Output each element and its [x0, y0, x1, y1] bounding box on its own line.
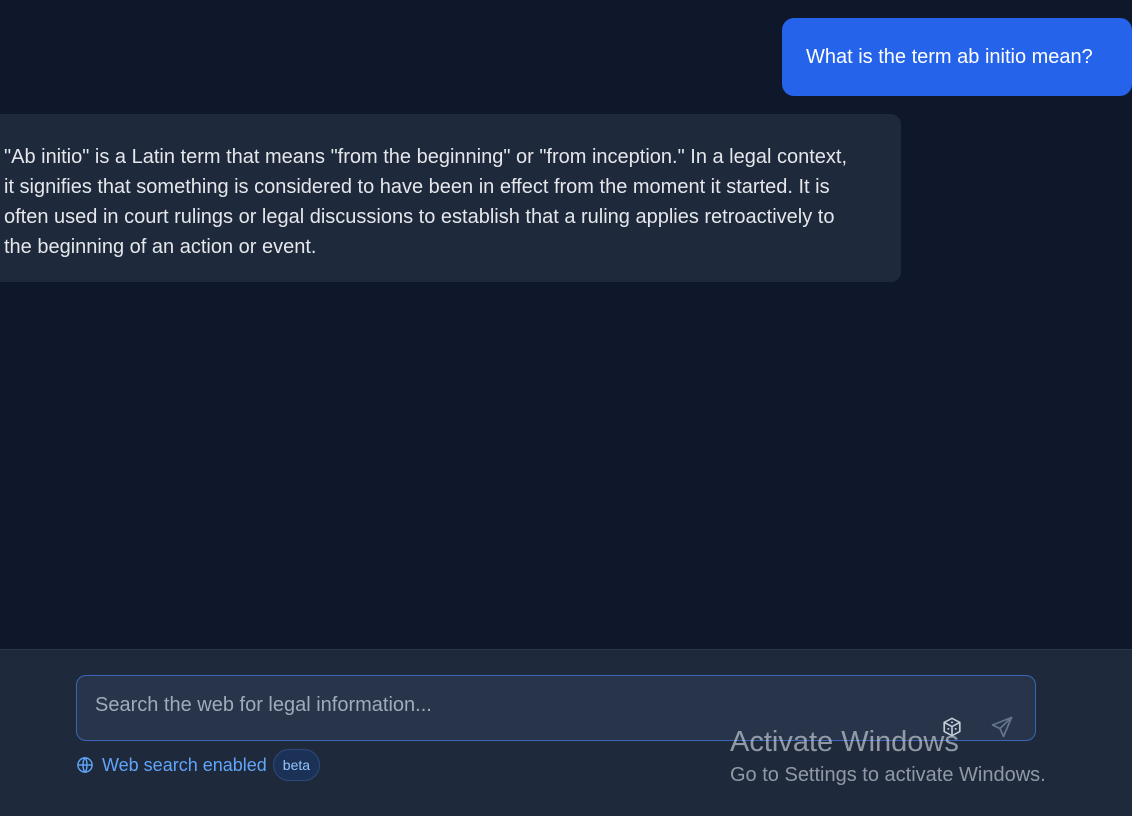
- cube-icon[interactable]: [939, 714, 965, 740]
- search-box: [76, 675, 1036, 741]
- web-search-toggle[interactable]: Web search enabled beta: [76, 749, 321, 781]
- assistant-message: "Ab initio" is a Latin term that means "…: [0, 114, 901, 282]
- user-message: What is the term ab initio mean?: [782, 18, 1132, 96]
- send-icon[interactable]: [989, 714, 1015, 740]
- search-input[interactable]: [95, 676, 915, 734]
- web-search-label: Web search enabled: [102, 754, 267, 775]
- beta-badge: beta: [272, 749, 321, 781]
- globe-icon: [76, 756, 94, 774]
- composer: Web search enabled beta: [0, 649, 1132, 816]
- chat-area: What is the term ab initio mean? "Ab ini…: [0, 0, 1132, 649]
